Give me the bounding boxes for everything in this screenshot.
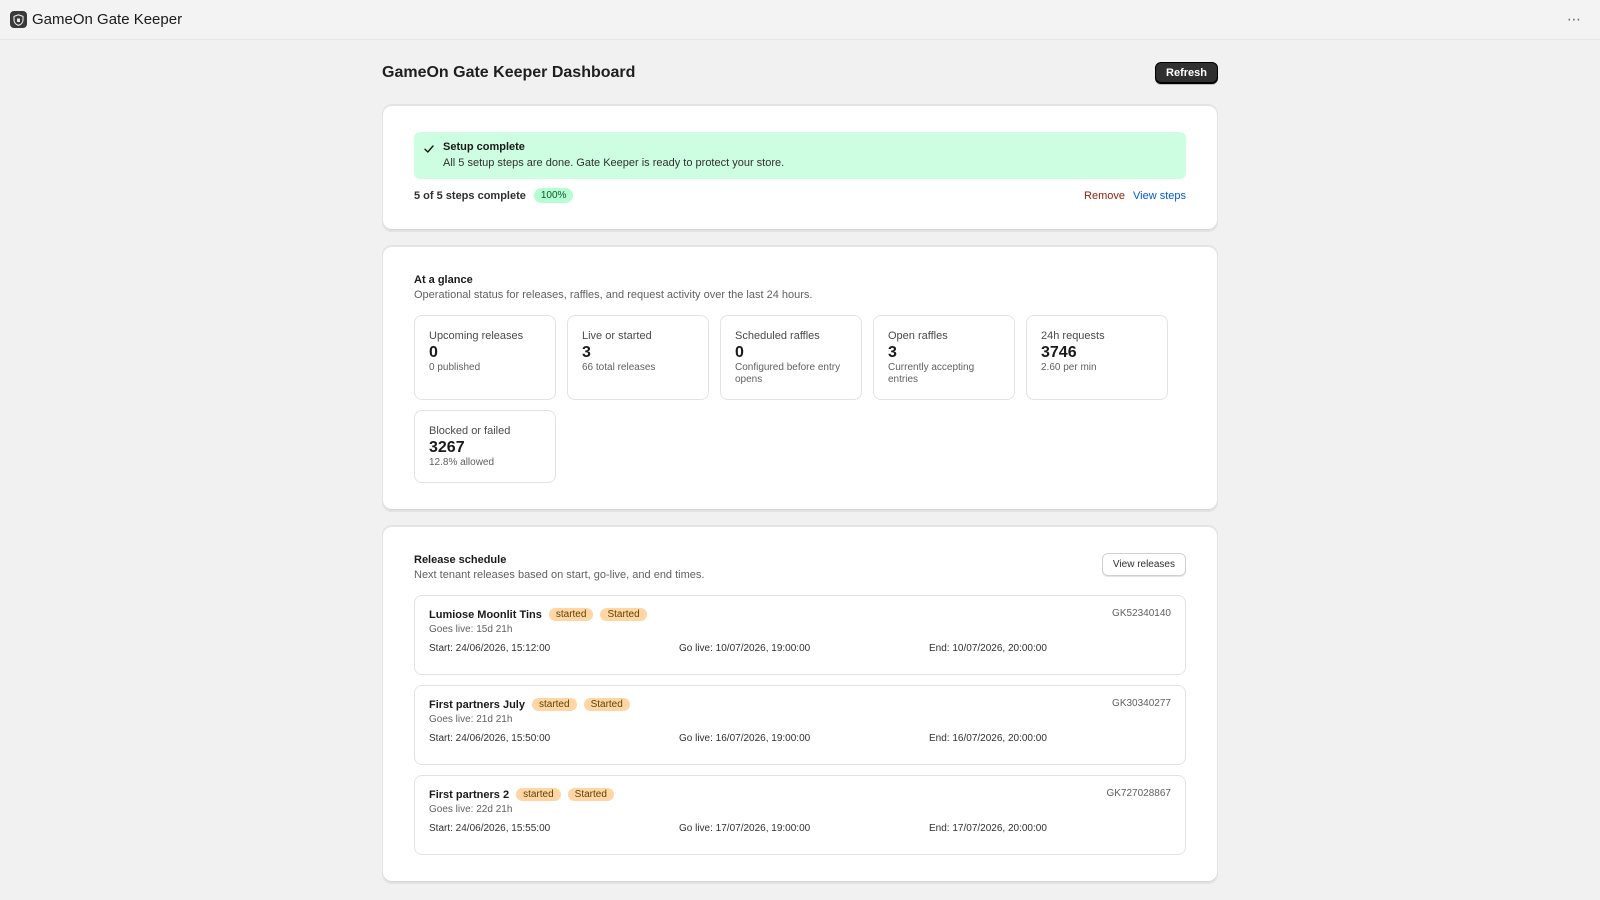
release-id: GK727028867	[1106, 788, 1171, 799]
setup-card: Setup complete All 5 setup steps are don…	[382, 104, 1218, 231]
stat-value: 0	[429, 344, 438, 361]
stat-live-or-started: Live or started 3 66 total releases	[567, 315, 709, 400]
release-end: End: 10/07/2026, 20:00:00	[929, 643, 1047, 654]
app-title: GameOn Gate Keeper	[32, 11, 183, 28]
stat-label: Scheduled raffles	[735, 330, 820, 342]
stats-grid: Upcoming releases 0 0 published Live or …	[414, 315, 1186, 483]
section-subtitle: Next tenant releases based on start, go-…	[414, 569, 705, 581]
stat-sub: Currently accepting entries	[888, 362, 975, 385]
section-subtitle: Operational status for releases, raffles…	[414, 289, 813, 301]
page-title: GameOn Gate Keeper Dashboard	[382, 64, 636, 81]
setup-progress-row: 5 of 5 steps complete 100% Remove View s…	[414, 188, 1186, 203]
stat-label: Live or started	[582, 330, 652, 342]
release-end: End: 16/07/2026, 20:00:00	[929, 733, 1047, 744]
stat-label: Upcoming releases	[429, 330, 524, 342]
view-steps-link[interactable]: View steps	[1133, 190, 1186, 202]
release-id: GK52340140	[1112, 608, 1171, 619]
status-badge: Started	[567, 788, 614, 801]
status-badge: started	[548, 608, 594, 621]
release-goes-live: Goes live: 21d 21h	[429, 714, 513, 725]
release-go-live: Go live: 16/07/2026, 19:00:00	[679, 733, 811, 744]
stat-label: Open raffles	[888, 330, 948, 342]
stat-upcoming-releases: Upcoming releases 0 0 published	[414, 315, 556, 400]
release-goes-live: Goes live: 15d 21h	[429, 624, 513, 635]
app-brand: GameOn Gate Keeper	[10, 11, 182, 28]
release-go-live: Go live: 17/07/2026, 19:00:00	[679, 823, 811, 834]
dashboard-page: GameOn Gate Keeper Dashboard Refresh Set…	[382, 40, 1218, 883]
setup-complete-banner: Setup complete All 5 setup steps are don…	[414, 132, 1186, 179]
status-badge: Started	[600, 608, 647, 621]
release-id: GK30340277	[1112, 698, 1171, 709]
stat-label: Blocked or failed	[429, 425, 511, 437]
release-item[interactable]: First partners 2 started Started GK72702…	[414, 775, 1186, 855]
checkmark-icon	[424, 140, 434, 172]
release-name: First partners 2	[429, 788, 510, 801]
stat-sub: 0 published	[429, 362, 481, 373]
steps-complete-text: 5 of 5 steps complete	[414, 189, 526, 202]
shield-icon	[10, 11, 27, 28]
stat-sub: 66 total releases	[582, 362, 656, 373]
refresh-button[interactable]: Refresh	[1155, 62, 1218, 84]
progress-badge: 100%	[533, 188, 574, 203]
view-releases-button[interactable]: View releases	[1101, 553, 1186, 576]
release-name: Lumiose Moonlit Tins	[429, 608, 542, 621]
stat-value: 3	[888, 344, 897, 361]
release-name: First partners July	[429, 698, 525, 711]
stat-label: 24h requests	[1041, 330, 1105, 342]
banner-text: All 5 setup steps are done. Gate Keeper …	[443, 157, 785, 169]
app-top-bar: GameOn Gate Keeper ⋯	[0, 0, 1600, 40]
release-item[interactable]: Lumiose Moonlit Tins started Started GK5…	[414, 595, 1186, 675]
stat-blocked-or-failed: Blocked or failed 3267 12.8% allowed	[414, 410, 556, 483]
status-badge: started	[531, 698, 577, 711]
release-schedule-card: Release schedule Next tenant releases ba…	[382, 525, 1218, 883]
release-start: Start: 24/06/2026, 15:55:00	[429, 823, 551, 834]
stat-sub: 12.8% allowed	[429, 457, 495, 468]
stat-value: 3746	[1041, 344, 1077, 361]
status-badge: Started	[583, 698, 630, 711]
status-badge: started	[516, 788, 561, 801]
section-title: At a glance	[414, 274, 473, 286]
stat-scheduled-raffles: Scheduled raffles 0 Configured before en…	[720, 315, 862, 400]
release-goes-live: Goes live: 22d 21h	[429, 804, 513, 815]
stat-open-raffles: Open raffles 3 Currently accepting entri…	[873, 315, 1015, 400]
release-start: Start: 24/06/2026, 15:12:00	[429, 643, 551, 654]
more-actions-icon[interactable]: ⋯	[1559, 7, 1590, 32]
banner-title: Setup complete	[443, 141, 525, 153]
release-go-live: Go live: 10/07/2026, 19:00:00	[679, 643, 811, 654]
stat-sub: 2.60 per min	[1041, 362, 1097, 373]
stat-sub: Configured before entry opens	[735, 362, 841, 385]
remove-link[interactable]: Remove	[1084, 190, 1125, 202]
release-list: Lumiose Moonlit Tins started Started GK5…	[414, 595, 1186, 855]
at-a-glance-card: At a glance Operational status for relea…	[382, 245, 1218, 511]
release-end: End: 17/07/2026, 20:00:00	[929, 823, 1047, 834]
release-item[interactable]: First partners July started Started GK30…	[414, 685, 1186, 765]
section-title: Release schedule	[414, 554, 507, 566]
stat-24h-requests: 24h requests 3746 2.60 per min	[1026, 315, 1168, 400]
stat-value: 3	[582, 344, 591, 361]
release-start: Start: 24/06/2026, 15:50:00	[429, 733, 551, 744]
stat-value: 0	[735, 344, 744, 361]
stat-value: 3267	[429, 439, 465, 456]
page-header: GameOn Gate Keeper Dashboard Refresh	[382, 61, 1218, 85]
